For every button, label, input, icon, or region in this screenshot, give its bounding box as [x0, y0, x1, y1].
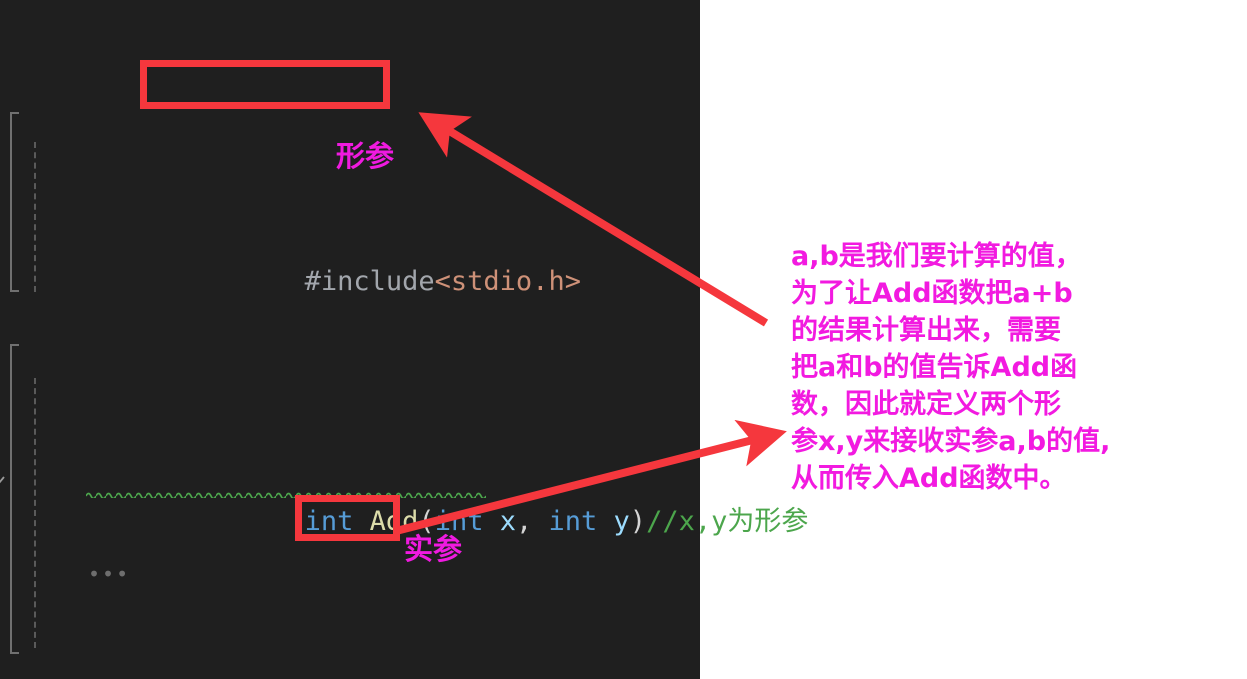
note-line: 数，因此就定义两个形: [791, 389, 1061, 420]
code-lines[interactable]: #include<stdio.h> int Add(int x, int y)/…: [0, 22, 808, 679]
side-annotation-note: a,b是我们要计算的值， 为了让Add函数把a+b 的结果计算出来，需要 把a和…: [791, 238, 1156, 497]
error-squiggle-underline: [86, 491, 486, 498]
code-line-include[interactable]: #include<stdio.h>: [0, 182, 700, 297]
indent-guide-main: [34, 378, 36, 648]
highlight-box-actual-args: [295, 495, 400, 541]
note-line: 为了让Add函数把a+b: [791, 278, 1073, 309]
note-line: a,b是我们要计算的值，: [791, 241, 1082, 272]
screenshot-root: #include<stdio.h> int Add(int x, int y)/…: [0, 0, 1247, 679]
fold-chevron-icon-add[interactable]: [0, 391, 8, 484]
token-param-y: y: [613, 506, 630, 537]
token-comment-formal: //x,y为形参: [646, 506, 809, 537]
label-actual-parameter: 实参: [404, 532, 463, 566]
scope-bracket-add: [10, 112, 19, 292]
token-param-x: x: [499, 506, 516, 537]
label-formal-parameter: 形参: [336, 139, 395, 173]
token-keyword-int-y: int: [548, 506, 614, 537]
highlight-box-formal-params: [140, 60, 390, 109]
code-line-add-open-brace[interactable]: ••• {: [0, 564, 700, 622]
token-paren-close: ): [629, 506, 647, 537]
note-line: 的结果计算出来，需要: [791, 315, 1061, 346]
token-preprocessor: #include: [304, 266, 435, 297]
token-comma: ,: [515, 506, 549, 537]
note-line: 把a和b的值告诉Add函: [791, 352, 1078, 383]
folded-ellipsis-icon[interactable]: •••: [88, 564, 130, 584]
note-line: 从而传入Add函数中。: [791, 463, 1067, 494]
indent-guide-add: [34, 142, 36, 292]
token-include-path: <stdio.h>: [434, 266, 581, 297]
note-line: 参x,y来接收实参a,b的值,: [791, 426, 1111, 457]
scope-bracket-main: [10, 344, 19, 654]
code-line-add-signature[interactable]: int Add(int x, int y)//x,y为形参: [0, 382, 808, 537]
